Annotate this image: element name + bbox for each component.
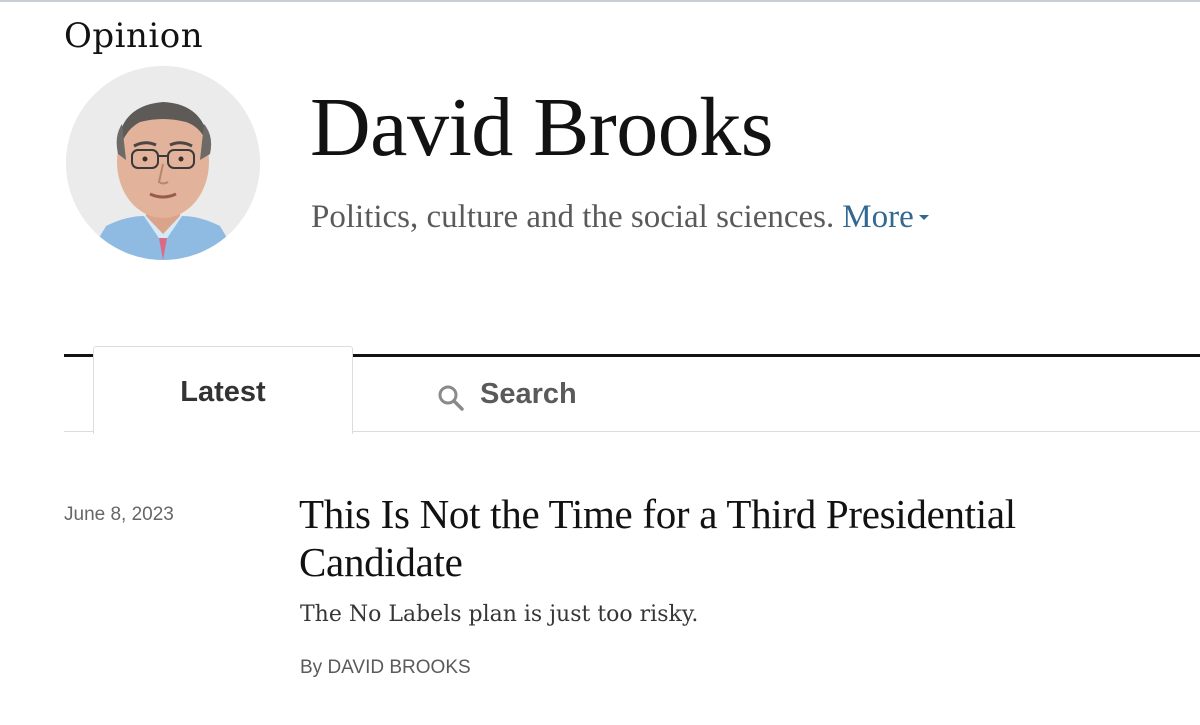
top-divider [0,0,1200,2]
author-name: David Brooks [310,81,773,174]
tabs-top-rule-right [352,354,1200,357]
tabs-top-rule-left [64,354,94,357]
section-label[interactable]: Opinion [64,14,203,58]
caret-down-icon[interactable] [918,214,929,220]
tabs-bottom-divider-right [352,431,1200,432]
article-summary: The No Labels plan is just too risky. [300,602,699,627]
article-headline[interactable]: This Is Not the Time for a Third Preside… [299,490,1119,586]
more-link[interactable]: More [842,199,929,235]
more-link-label[interactable]: More [842,199,913,235]
author-portrait-icon [66,66,260,260]
tab-search-label[interactable]: Search [480,378,577,411]
author-bio-text: Politics, culture and the social science… [311,199,835,235]
author-avatar [66,66,260,260]
tabs-bottom-divider-left [64,431,94,432]
search-icon[interactable] [436,383,466,413]
tab-search[interactable]: Search [436,360,577,428]
tab-latest[interactable]: Latest [93,346,353,434]
article-byline: By DAVID BROOKS [300,657,471,678]
tab-latest-label[interactable]: Latest [180,376,265,409]
article-date: June 8, 2023 [64,504,174,525]
author-bio: Politics, culture and the social science… [311,196,929,238]
